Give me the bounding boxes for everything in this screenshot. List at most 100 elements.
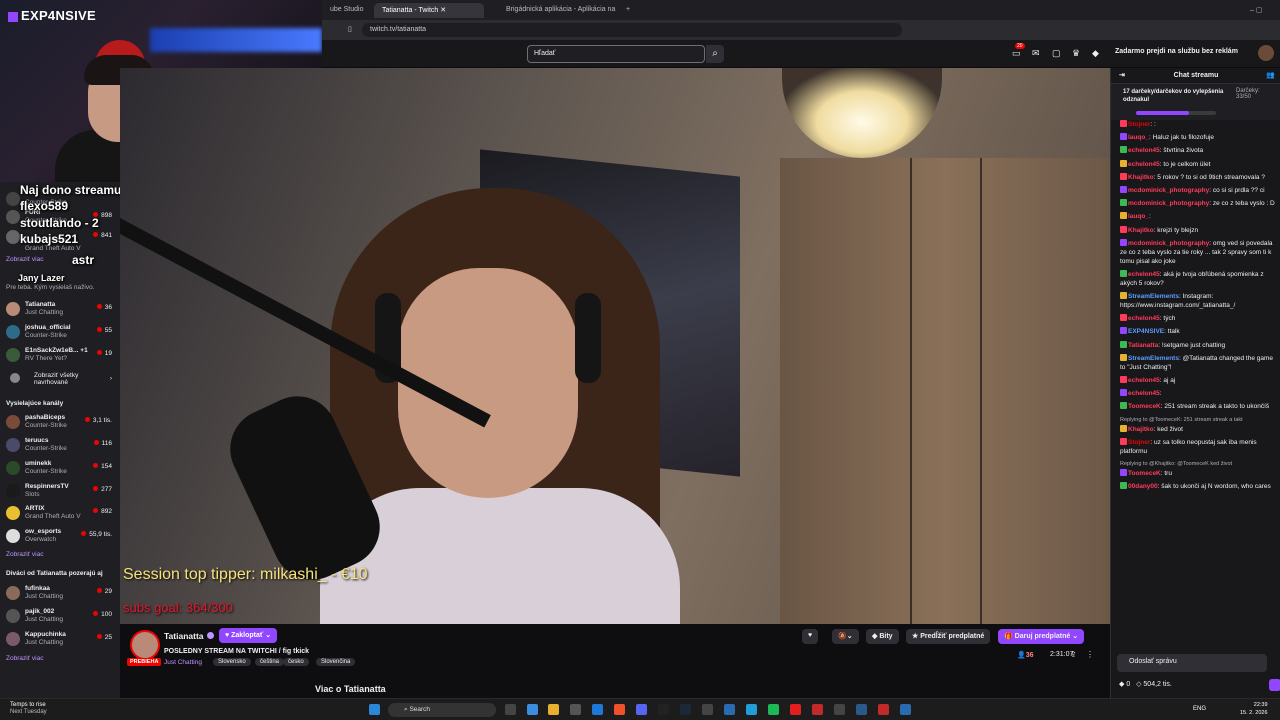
sidebar-item-joshua[interactable]: joshua_official Counter-Strike 55: [4, 323, 116, 343]
app-icon[interactable]: [834, 704, 845, 715]
bookmark-icon[interactable]: ▯: [348, 25, 352, 33]
chat-username[interactable]: StreamElements: [1128, 293, 1179, 300]
sidebar-item-e1nsack[interactable]: E1nSackZw1eB... +1 RV There Yet? 19: [4, 346, 116, 366]
chat-username[interactable]: echelon45: [1128, 161, 1160, 168]
chat-username[interactable]: 00dany00: [1128, 483, 1158, 490]
task-view-icon[interactable]: [505, 704, 516, 715]
store-icon[interactable]: [570, 704, 581, 715]
file-explorer-icon[interactable]: [548, 704, 559, 715]
chat-username[interactable]: Stojner: [1128, 121, 1150, 128]
weather-widget[interactable]: Temps to rise Next Tuesday: [10, 702, 47, 716]
heart-icon[interactable]: ♥: [802, 629, 819, 644]
notifications-icon[interactable]: ▭: [1012, 48, 1021, 59]
sidebar-item-kappuchinka[interactable]: Kappuchinka Just Chatting 25: [4, 630, 116, 650]
chat-username[interactable]: Khajitko: [1128, 426, 1154, 433]
browser-tab[interactable]: Brigádnická aplikácia - Aplikácia na: [498, 3, 616, 18]
chat-username[interactable]: echelon45: [1128, 315, 1160, 322]
chat-username[interactable]: lauqo_: [1128, 134, 1149, 141]
edge-icon[interactable]: [527, 704, 538, 715]
tag[interactable]: Slovensko: [213, 658, 251, 666]
show-more-link[interactable]: Zobraziť viac: [6, 655, 43, 662]
more-options-icon[interactable]: ⋮: [1086, 650, 1094, 659]
prime-promo-link[interactable]: Zadarmo prejdi na službu bez reklám: [1115, 48, 1238, 55]
start-icon[interactable]: [369, 704, 380, 715]
users-icon[interactable]: 👥: [1266, 71, 1275, 79]
app-icon[interactable]: [702, 704, 713, 715]
language-indicator[interactable]: ENG: [1193, 706, 1206, 712]
chat-username[interactable]: Khajitko: [1128, 174, 1154, 181]
chat-send-button[interactable]: [1269, 679, 1280, 691]
chat-username[interactable]: echelon45: [1128, 147, 1160, 154]
chat-username[interactable]: lauqo_: [1128, 213, 1149, 220]
system-clock[interactable]: 22:39 15. 2. 2026: [1240, 701, 1268, 717]
discord-icon[interactable]: [636, 704, 647, 715]
url-field[interactable]: twitch.tv/tatianatta: [362, 23, 902, 37]
chat-input[interactable]: Odoslať správu: [1117, 654, 1267, 672]
search-icon[interactable]: ⌕: [706, 45, 724, 63]
share-icon[interactable]: ⇪: [1070, 650, 1077, 659]
channel-points[interactable]: 504,2 tis.: [1143, 681, 1171, 688]
chat-username[interactable]: mcdominick_photography: [1128, 240, 1209, 247]
video-player[interactable]: Session top tipper: milkashi_ - €10 subs…: [120, 68, 1110, 624]
chat-username[interactable]: Tatianatta: [1128, 342, 1158, 349]
chat-username[interactable]: ToomeceK: [1128, 403, 1161, 410]
inbox-icon[interactable]: ✉: [1032, 48, 1040, 59]
show-more-link[interactable]: Zobraziť viac: [6, 256, 43, 263]
chat-username[interactable]: echelon45: [1128, 271, 1160, 278]
chat-username[interactable]: mcdominick_photography: [1128, 187, 1209, 194]
chat-username[interactable]: Stojner: [1128, 439, 1150, 446]
channel-avatar[interactable]: [130, 630, 160, 660]
brave-icon[interactable]: [614, 704, 625, 715]
gift-sub-button[interactable]: 🎁 Daruj predplatné ⌄: [998, 629, 1085, 644]
search-input[interactable]: Hľadať: [527, 45, 705, 63]
chat-username[interactable]: Khajitko: [1128, 227, 1154, 234]
sidebar-item-uminekk[interactable]: uminekk Counter-Strike 154: [4, 459, 116, 479]
spotify-icon[interactable]: [768, 704, 779, 715]
bits-icon[interactable]: ◆: [1092, 48, 1099, 59]
sidebar-item-respinnerstv[interactable]: RespinnersTV Slots 277: [4, 482, 116, 502]
app-icon[interactable]: [746, 704, 757, 715]
app-icon[interactable]: [790, 704, 801, 715]
tag[interactable]: čeština: [255, 658, 285, 666]
app-icon[interactable]: [812, 704, 823, 715]
app-icon[interactable]: [724, 704, 735, 715]
browser-tab[interactable]: ube Studio: [322, 3, 368, 18]
chat-username[interactable]: mcdominick_photography: [1128, 200, 1209, 207]
stream-game-link[interactable]: Just Chatting: [164, 659, 202, 666]
app-icon[interactable]: [878, 704, 889, 715]
sidebar-item-pajik[interactable]: pajik_002 Just Chatting 100: [4, 607, 116, 627]
sidebar-item-tatianatta[interactable]: Tatianatta Just Chatting 36: [4, 300, 116, 320]
chat-username[interactable]: echelon45: [1128, 390, 1160, 397]
obs-icon[interactable]: [658, 704, 669, 715]
tag[interactable]: Slovenčina: [316, 658, 356, 666]
channel-name[interactable]: Tatianatta: [164, 631, 204, 641]
show-more-link[interactable]: Zobraziť viac: [6, 551, 43, 558]
tag[interactable]: česko: [283, 658, 309, 666]
sidebar-item-teruucs[interactable]: teruucs Counter-Strike 116: [4, 436, 116, 456]
whispers-icon[interactable]: ▢: [1052, 48, 1061, 59]
sidebar-item-pashabiceps[interactable]: pashaBiceps Counter-Strike 3,1 tis.: [4, 413, 116, 433]
show-all-recommended-button[interactable]: Zobraziť všetky navrhované ›: [4, 370, 116, 392]
chat-username[interactable]: StreamElements: [1128, 355, 1179, 362]
sidebar-item-ow-esports[interactable]: ow_esports Overwatch 55,9 tis.: [4, 527, 116, 547]
bits-button[interactable]: ◆ Bity: [866, 629, 899, 644]
mail-icon[interactable]: [592, 704, 603, 715]
sidebar-item-fufinkaa[interactable]: fufinkaa Just Chatting 29: [4, 584, 116, 604]
sidebar-item-artix[interactable]: ARTIX Grand Theft Auto V 892: [4, 504, 116, 524]
notification-bell-icon[interactable]: 🔕⌄: [832, 629, 859, 644]
collapse-chat-icon[interactable]: ⇥: [1119, 71, 1125, 79]
browser-tab-active[interactable]: Tatianatta - Twitch ✕: [374, 3, 484, 18]
steam-icon[interactable]: [680, 704, 691, 715]
app-icon[interactable]: [900, 704, 911, 715]
chat-username[interactable]: ToomeceK: [1128, 470, 1161, 477]
avatar[interactable]: [1258, 45, 1274, 61]
new-tab-button[interactable]: +: [618, 3, 634, 18]
extend-sub-button[interactable]: ★ Predĺžiť predplatné: [906, 629, 991, 644]
taskbar-search[interactable]: ⌕ Search: [388, 703, 496, 717]
prime-crown-icon[interactable]: ♛: [1072, 48, 1080, 59]
chat-username[interactable]: echelon45: [1128, 377, 1160, 384]
chat-username[interactable]: EXP4NSIVE: [1128, 328, 1164, 335]
window-controls[interactable]: – ▢: [1242, 3, 1272, 18]
app-icon[interactable]: [856, 704, 867, 715]
follow-button[interactable]: ♥ Zakloptať ⌄: [219, 628, 278, 643]
